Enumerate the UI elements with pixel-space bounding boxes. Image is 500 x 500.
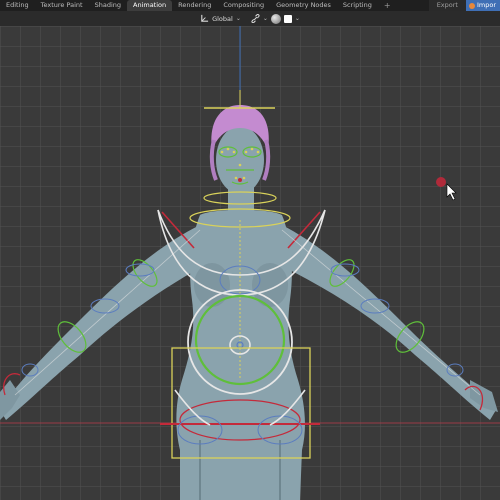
import-button[interactable]: Impor bbox=[465, 0, 500, 11]
tab-rendering[interactable]: Rendering bbox=[172, 0, 217, 11]
character-mesh[interactable] bbox=[0, 105, 498, 500]
snap-link-icon bbox=[251, 14, 260, 23]
workspace-tab-bar: Editing Texture Paint Shading Animation … bbox=[0, 0, 500, 11]
tab-geometry-nodes[interactable]: Geometry Nodes bbox=[270, 0, 337, 11]
orientation-label: Global bbox=[212, 14, 233, 23]
transform-orientation-icon bbox=[201, 14, 209, 22]
tab-animation[interactable]: Animation bbox=[127, 0, 173, 11]
export-button[interactable]: Export bbox=[428, 0, 466, 11]
viewport-header: Global ⌄ ⌄ ⌄ bbox=[0, 11, 500, 26]
tab-compositing[interactable]: Compositing bbox=[217, 0, 270, 11]
mouse-cursor-icon bbox=[446, 183, 457, 201]
chevron-down-icon: ⌄ bbox=[262, 15, 268, 22]
color-swatch[interactable] bbox=[283, 14, 292, 23]
tab-texture-paint[interactable]: Texture Paint bbox=[35, 0, 89, 11]
add-workspace-button[interactable]: + bbox=[378, 0, 397, 11]
transform-orientation-dropdown[interactable]: Global ⌄ bbox=[200, 14, 241, 23]
viewport-canvas[interactable] bbox=[0, 26, 500, 500]
tab-editing[interactable]: Editing bbox=[0, 0, 35, 11]
3d-viewport[interactable] bbox=[0, 26, 500, 500]
selected-point[interactable] bbox=[436, 177, 446, 187]
sphere-icon[interactable] bbox=[270, 13, 281, 24]
import-label: Impor bbox=[476, 1, 496, 9]
tab-scripting[interactable]: Scripting bbox=[337, 0, 378, 11]
chevron-down-icon: ⌄ bbox=[235, 15, 241, 22]
tab-shading[interactable]: Shading bbox=[89, 0, 127, 11]
chevron-down-icon: ⌄ bbox=[294, 15, 300, 22]
import-icon bbox=[468, 2, 475, 9]
top-right-actions: Export Impor bbox=[428, 0, 500, 11]
snap-dropdown[interactable]: ⌄ ⌄ bbox=[251, 13, 300, 24]
